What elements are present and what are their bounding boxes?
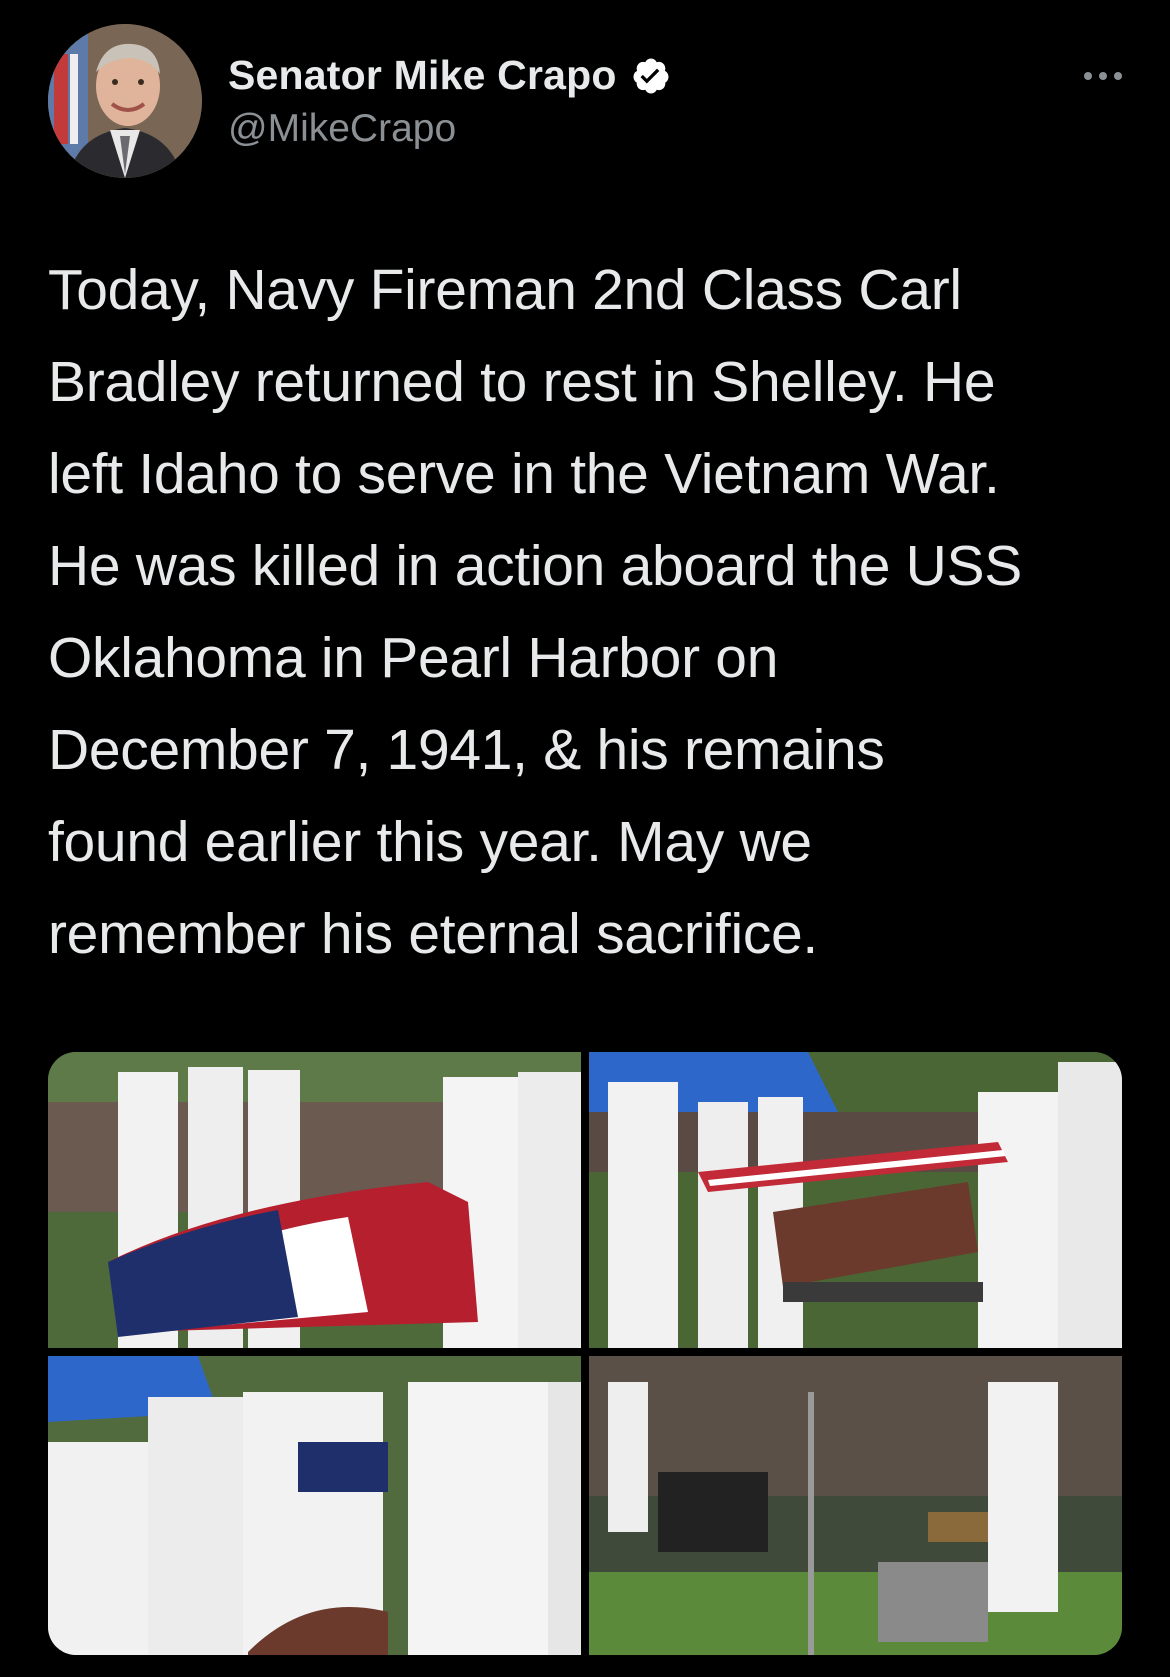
tweet: Senator Mike Crapo @MikeCrapo Today, Nav… <box>0 0 1170 1677</box>
media-photo-2[interactable] <box>589 1052 1122 1348</box>
author-name-block: Senator Mike Crapo @MikeCrapo <box>228 52 671 151</box>
verified-badge-icon <box>631 56 671 96</box>
avatar[interactable] <box>48 24 202 178</box>
media-grid <box>48 1052 1122 1655</box>
media-photo-4[interactable] <box>589 1356 1122 1655</box>
media-photo-1[interactable] <box>48 1052 581 1348</box>
author-handle[interactable]: @MikeCrapo <box>228 107 671 151</box>
author-display-name[interactable]: Senator Mike Crapo <box>228 52 617 99</box>
media-photo-3[interactable] <box>48 1356 581 1655</box>
tweet-header: Senator Mike Crapo @MikeCrapo <box>48 24 1128 184</box>
tweet-text: Today, Navy Fireman 2nd Class Carl Bradl… <box>48 258 1022 966</box>
more-options-icon[interactable] <box>1078 66 1128 86</box>
